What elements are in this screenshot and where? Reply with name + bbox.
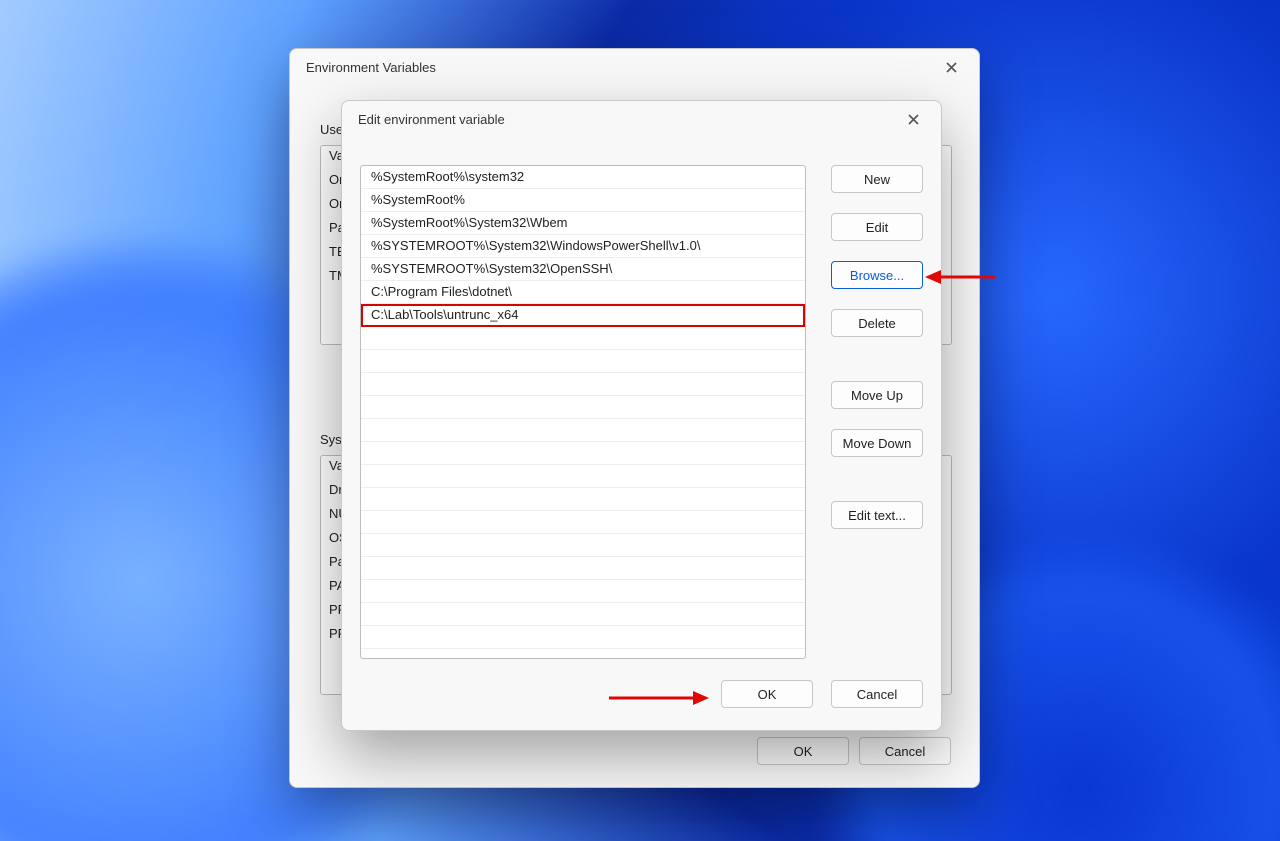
move-down-button[interactable]: Move Down xyxy=(831,429,923,457)
move-up-button[interactable]: Move Up xyxy=(831,381,923,409)
path-entry[interactable]: %SYSTEMROOT%\System32\OpenSSH\ xyxy=(361,258,805,281)
cancel-button[interactable]: Cancel xyxy=(831,680,923,708)
edit-text-button[interactable]: Edit text... xyxy=(831,501,923,529)
path-entry-empty[interactable] xyxy=(361,488,805,511)
path-entry-empty[interactable] xyxy=(361,534,805,557)
env-dialog-titlebar: Environment Variables xyxy=(290,49,979,85)
delete-button[interactable]: Delete xyxy=(831,309,923,337)
edit-dialog-title: Edit environment variable xyxy=(358,112,505,127)
edit-button[interactable]: Edit xyxy=(831,213,923,241)
new-button[interactable]: New xyxy=(831,165,923,193)
path-entry[interactable]: %SYSTEMROOT%\System32\WindowsPowerShell\… xyxy=(361,235,805,258)
path-entry-empty[interactable] xyxy=(361,557,805,580)
path-entry-empty[interactable] xyxy=(361,419,805,442)
annotation-arrow-icon xyxy=(609,689,709,707)
env-cancel-button[interactable]: Cancel xyxy=(859,737,951,765)
annotation-arrow-icon xyxy=(925,268,995,286)
path-entry-empty[interactable] xyxy=(361,373,805,396)
ok-button[interactable]: OK xyxy=(721,680,813,708)
path-entry[interactable]: %SystemRoot%\system32 xyxy=(361,166,805,189)
path-entry-empty[interactable] xyxy=(361,626,805,649)
close-icon[interactable] xyxy=(935,53,967,81)
edit-dialog-titlebar: Edit environment variable xyxy=(342,101,941,137)
env-ok-button[interactable]: OK xyxy=(757,737,849,765)
browse-button[interactable]: Browse... xyxy=(831,261,923,289)
path-entry[interactable]: %SystemRoot%\System32\Wbem xyxy=(361,212,805,235)
edit-env-var-dialog: Edit environment variable %SystemRoot%\s… xyxy=(341,100,942,731)
path-entry[interactable]: %SystemRoot% xyxy=(361,189,805,212)
path-entry-empty[interactable] xyxy=(361,465,805,488)
path-entry-empty[interactable] xyxy=(361,442,805,465)
path-entry-empty[interactable] xyxy=(361,350,805,373)
path-entry-empty[interactable] xyxy=(361,603,805,626)
env-dialog-title: Environment Variables xyxy=(306,60,436,75)
path-entry-empty[interactable] xyxy=(361,327,805,350)
path-entry[interactable]: C:\Program Files\dotnet\ xyxy=(361,281,805,304)
path-entry-empty[interactable] xyxy=(361,580,805,603)
path-entries-list[interactable]: %SystemRoot%\system32%SystemRoot%%System… xyxy=(360,165,806,659)
path-entry[interactable]: C:\Lab\Tools\untrunc_x64 xyxy=(361,304,805,327)
close-icon[interactable] xyxy=(897,105,929,133)
path-entry-empty[interactable] xyxy=(361,511,805,534)
path-entry-empty[interactable] xyxy=(361,396,805,419)
